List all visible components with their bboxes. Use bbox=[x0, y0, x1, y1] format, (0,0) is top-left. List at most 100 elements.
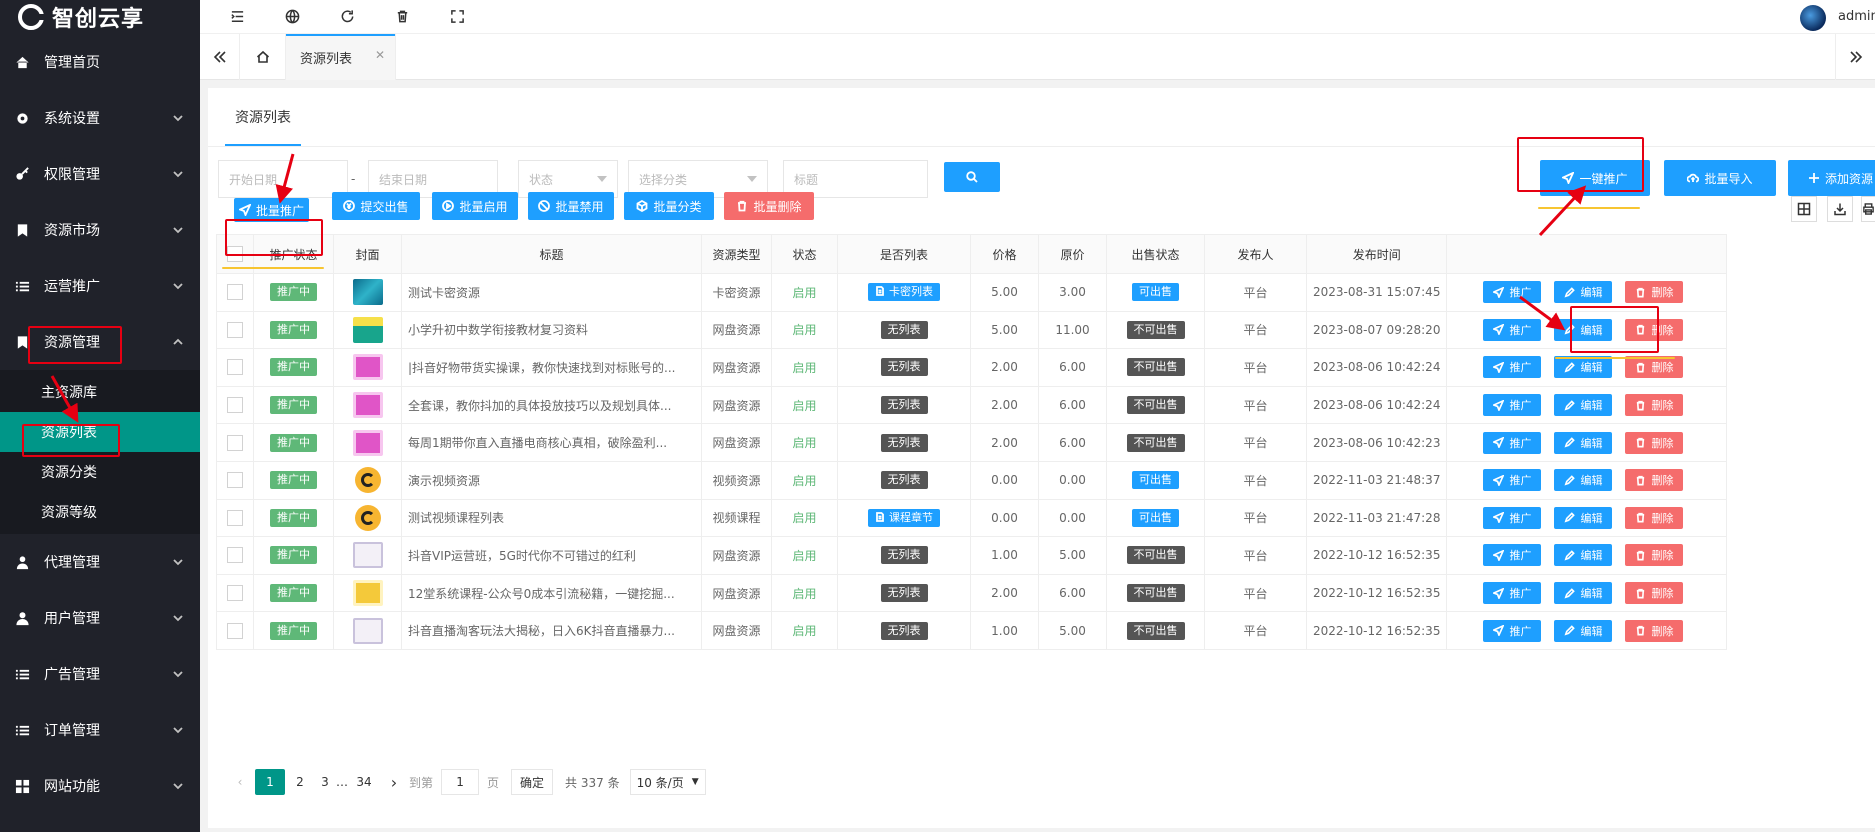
tabs-scroll-left-icon[interactable] bbox=[200, 34, 240, 80]
promote-button[interactable]: 推广 bbox=[1483, 619, 1542, 642]
add-resource-button[interactable]: 添加资源 bbox=[1788, 160, 1875, 196]
sidebar-item-2[interactable]: 权限管理 bbox=[0, 146, 200, 202]
row-checkbox[interactable] bbox=[216, 573, 254, 613]
avatar[interactable] bbox=[1800, 5, 1826, 31]
delete-button[interactable]: 删除 bbox=[1625, 544, 1684, 567]
delete-button[interactable]: 删除 bbox=[1625, 431, 1684, 454]
table-row[interactable]: 推广中 小学升初中数学衔接教材复习资料 网盘资源 启用 无列表 5.00 11.… bbox=[216, 310, 1728, 350]
list-badge[interactable]: 无列表 bbox=[837, 348, 971, 387]
table-row[interactable]: 推广中 |抖音好物带货实操课，教你快速找到对标账号的... 网盘资源 启用 无列… bbox=[216, 348, 1728, 387]
submit-sale-button[interactable]: 提交出售 bbox=[332, 192, 420, 220]
edit-button[interactable]: 编辑 bbox=[1554, 469, 1613, 492]
sidebar-item-0[interactable]: 管理首页 bbox=[0, 34, 200, 90]
delete-button[interactable]: 删除 bbox=[1625, 394, 1684, 417]
list-badge[interactable]: 无列表 bbox=[837, 423, 971, 462]
sidebar-item-8[interactable]: 广告管理 bbox=[0, 646, 200, 702]
page-size-select[interactable]: 10 条/页 ▼ bbox=[629, 769, 706, 795]
row-checkbox[interactable] bbox=[216, 611, 254, 650]
promote-button[interactable]: 推广 bbox=[1483, 281, 1542, 304]
table-row[interactable]: 推广中 演示视频资源 视频资源 启用 无列表 0.00 0.00 可出售 平台 … bbox=[216, 460, 1728, 500]
sidebar-subitem-1[interactable]: 资源列表 bbox=[0, 412, 200, 452]
table-row[interactable]: 推广中 测试卡密资源 卡密资源 启用 卡密列表 5.00 3.00 可出售 平台… bbox=[216, 273, 1728, 312]
edit-button[interactable]: 编辑 bbox=[1554, 318, 1613, 341]
edit-button[interactable]: 编辑 bbox=[1554, 431, 1613, 454]
promote-button[interactable]: 推广 bbox=[1483, 469, 1542, 492]
row-checkbox[interactable] bbox=[216, 498, 254, 538]
delete-button[interactable]: 删除 bbox=[1625, 582, 1684, 605]
tabs-scroll-right-icon[interactable] bbox=[1835, 34, 1875, 80]
row-checkbox[interactable] bbox=[216, 310, 254, 350]
edit-button[interactable]: 编辑 bbox=[1554, 394, 1613, 417]
prev-page-icon[interactable]: ‹ bbox=[225, 769, 255, 795]
page-2[interactable]: 2 bbox=[285, 769, 315, 795]
batch-enable-button[interactable]: 批量启用 bbox=[432, 192, 518, 220]
row-checkbox[interactable] bbox=[216, 460, 254, 500]
table-row[interactable]: 推广中 全套课，教你抖加的具体投放技巧以及规划具体... 网盘资源 启用 无列表… bbox=[216, 385, 1728, 425]
fullscreen-icon[interactable] bbox=[450, 9, 466, 25]
page-1[interactable]: 1 bbox=[255, 769, 285, 795]
edit-button[interactable]: 编辑 bbox=[1554, 619, 1613, 642]
delete-button[interactable]: 删除 bbox=[1625, 281, 1684, 304]
list-badge[interactable]: 课程章节 bbox=[837, 498, 971, 538]
row-checkbox[interactable] bbox=[216, 423, 254, 462]
goto-page-input[interactable]: 1 bbox=[441, 769, 480, 795]
export-icon[interactable] bbox=[1827, 196, 1853, 222]
list-badge[interactable]: 无列表 bbox=[837, 310, 971, 350]
sidebar-item-6[interactable]: 代理管理 bbox=[0, 534, 200, 590]
batch-category-button[interactable]: 批量分类 bbox=[624, 192, 714, 220]
sidebar-item-1[interactable]: 系统设置 bbox=[0, 90, 200, 146]
edit-button[interactable]: 编辑 bbox=[1554, 544, 1613, 567]
promote-button[interactable]: 推广 bbox=[1483, 544, 1542, 567]
promote-button[interactable]: 推广 bbox=[1483, 356, 1542, 379]
home-tab-icon[interactable] bbox=[240, 34, 286, 80]
sidebar-item-9[interactable]: 订单管理 bbox=[0, 702, 200, 758]
next-page-icon[interactable]: › bbox=[379, 769, 409, 795]
row-checkbox[interactable] bbox=[216, 385, 254, 425]
tab-resource-list[interactable]: 资源列表 ✕ bbox=[286, 34, 396, 80]
list-badge[interactable]: 无列表 bbox=[837, 385, 971, 425]
batch-promote-button[interactable]: 批量推广 bbox=[234, 198, 309, 222]
batch-import-button[interactable]: 批量导入 bbox=[1664, 160, 1776, 196]
list-badge[interactable]: 无列表 bbox=[837, 573, 971, 613]
trash-icon[interactable] bbox=[395, 9, 411, 25]
delete-button[interactable]: 删除 bbox=[1625, 356, 1684, 379]
sidebar-subitem-0[interactable]: 主资源库 bbox=[0, 372, 200, 412]
sidebar-item-4[interactable]: 运营推广 bbox=[0, 258, 200, 314]
sidebar-item-3[interactable]: 资源市场 bbox=[0, 202, 200, 258]
globe-icon[interactable] bbox=[285, 9, 301, 25]
sidebar-item-5[interactable]: 资源管理 bbox=[0, 314, 200, 370]
start-date-input[interactable]: 开始日期 bbox=[218, 160, 348, 198]
promote-button[interactable]: 推广 bbox=[1483, 582, 1542, 605]
promote-button[interactable]: 推广 bbox=[1483, 394, 1542, 417]
table-row[interactable]: 推广中 抖音直播淘客玩法大揭秘，日入6K抖音直播暴力... 网盘资源 启用 无列… bbox=[216, 611, 1728, 650]
list-badge[interactable]: 无列表 bbox=[837, 611, 971, 650]
user-name[interactable]: admin bbox=[1838, 9, 1875, 24]
sidebar-item-7[interactable]: 用户管理 bbox=[0, 590, 200, 646]
sidebar-subitem-2[interactable]: 资源分类 bbox=[0, 452, 200, 492]
edit-button[interactable]: 编辑 bbox=[1554, 356, 1613, 379]
table-row[interactable]: 推广中 测试视频课程列表 视频课程 启用 课程章节 0.00 0.00 可出售 … bbox=[216, 498, 1728, 538]
one-click-promote-button[interactable]: 一键推广 bbox=[1540, 160, 1650, 196]
close-icon[interactable]: ✕ bbox=[375, 48, 385, 62]
columns-filter-icon[interactable] bbox=[1791, 196, 1817, 222]
print-icon[interactable] bbox=[1861, 196, 1875, 222]
table-row[interactable]: 推广中 12堂系统课程-公众号0成本引流秘籍，一键挖掘... 网盘资源 启用 无… bbox=[216, 573, 1728, 613]
search-button[interactable] bbox=[944, 162, 1000, 192]
promote-button[interactable]: 推广 bbox=[1483, 431, 1542, 454]
edit-button[interactable]: 编辑 bbox=[1554, 281, 1613, 304]
page-last[interactable]: 34 bbox=[349, 769, 379, 795]
row-checkbox[interactable] bbox=[216, 348, 254, 387]
row-checkbox[interactable] bbox=[216, 536, 254, 575]
card-title[interactable]: 资源列表 bbox=[225, 88, 301, 146]
batch-delete-button[interactable]: 批量删除 bbox=[724, 192, 814, 220]
delete-button[interactable]: 删除 bbox=[1625, 506, 1684, 529]
list-badge[interactable]: 无列表 bbox=[837, 460, 971, 500]
delete-button[interactable]: 删除 bbox=[1625, 318, 1684, 341]
menu-toggle-icon[interactable] bbox=[230, 9, 246, 25]
batch-disable-button[interactable]: 批量禁用 bbox=[528, 192, 614, 220]
promote-button[interactable]: 推广 bbox=[1483, 506, 1542, 529]
promote-button[interactable]: 推广 bbox=[1483, 318, 1542, 341]
delete-button[interactable]: 删除 bbox=[1625, 469, 1684, 492]
sidebar-subitem-3[interactable]: 资源等级 bbox=[0, 492, 200, 532]
list-badge[interactable]: 无列表 bbox=[837, 536, 971, 575]
